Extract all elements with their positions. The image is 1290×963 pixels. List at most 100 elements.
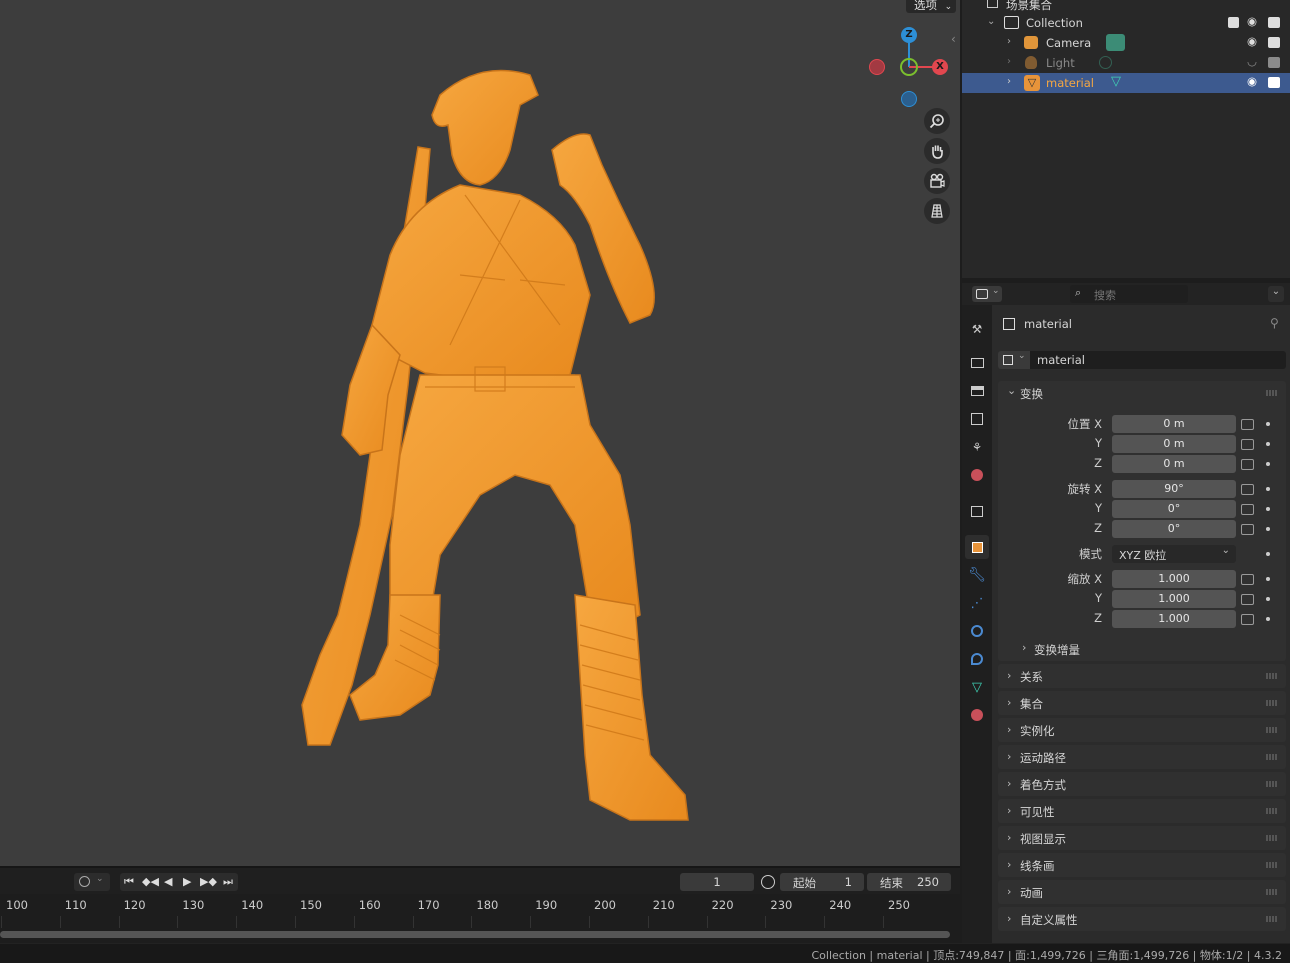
- lock-icon[interactable]: [1241, 594, 1254, 605]
- drag-grip-icon[interactable]: [1266, 727, 1278, 733]
- jump-end-icon[interactable]: ⏭: [223, 875, 233, 889]
- keyframe-dot-icon[interactable]: [1266, 617, 1270, 621]
- property-panel-header[interactable]: › 视图显示: [998, 826, 1286, 850]
- drag-grip-icon[interactable]: [1266, 862, 1278, 868]
- keyframe-dot-icon[interactable]: [1266, 507, 1270, 511]
- chevron-right-icon[interactable]: ›: [1007, 76, 1011, 87]
- keyframe-dot-icon[interactable]: [1266, 422, 1270, 426]
- rotation-z-field[interactable]: 0°: [1112, 520, 1236, 538]
- options-dropdown[interactable]: 选项 ⌄: [906, 0, 956, 13]
- keyframe-dot-icon[interactable]: [1266, 527, 1270, 531]
- property-panel-header[interactable]: › 关系: [998, 664, 1286, 688]
- jump-start-icon[interactable]: ⏮: [124, 875, 134, 889]
- play-icon[interactable]: ▶: [183, 875, 191, 888]
- keying-dropdown[interactable]: ⌄: [74, 873, 110, 891]
- property-panel-header[interactable]: › 集合: [998, 691, 1286, 715]
- tab-tool[interactable]: ⚒: [965, 317, 989, 341]
- property-panel-header[interactable]: › 线条画: [998, 853, 1286, 877]
- delta-transform-subpanel[interactable]: › 变换增量: [1018, 639, 1218, 659]
- tab-scene[interactable]: ⚘: [965, 435, 989, 459]
- light-data-icon[interactable]: [1099, 56, 1112, 69]
- property-panel-header[interactable]: › 自定义属性: [998, 907, 1286, 931]
- mesh-data-icon[interactable]: ▽: [1111, 74, 1121, 89]
- property-panel-header[interactable]: › 实例化: [998, 718, 1286, 742]
- tab-collection[interactable]: [965, 499, 989, 523]
- next-keyframe-icon[interactable]: ▶◆: [200, 875, 217, 888]
- 3d-viewport[interactable]: 选项 ⌄ ‹ Z X: [0, 0, 960, 866]
- collapse-arrow-icon[interactable]: ‹: [951, 32, 956, 46]
- properties-search[interactable]: ⌕ 搜索: [1070, 285, 1188, 303]
- keyframe-dot-icon[interactable]: [1266, 552, 1270, 556]
- drag-grip-icon[interactable]: [1266, 835, 1278, 841]
- outliner-row-light[interactable]: › Light ◡: [962, 53, 1290, 73]
- outliner-row-scene-collection[interactable]: 场景集合: [962, 0, 1290, 14]
- zoom-button[interactable]: [924, 108, 950, 134]
- drag-grip-icon[interactable]: [1266, 889, 1278, 895]
- drag-grip-icon[interactable]: [1266, 700, 1278, 706]
- current-frame-field[interactable]: 1: [680, 873, 754, 891]
- tab-physics[interactable]: [965, 619, 989, 643]
- property-panel-header[interactable]: › 运动路径: [998, 745, 1286, 769]
- render-camera-icon[interactable]: [1268, 37, 1280, 48]
- rotation-y-field[interactable]: 0°: [1112, 500, 1236, 518]
- keyframe-dot-icon[interactable]: [1266, 597, 1270, 601]
- keyframe-dot-icon[interactable]: [1266, 442, 1270, 446]
- outliner-row-material[interactable]: › ▽ material ▽ ◉: [962, 73, 1290, 93]
- lock-icon[interactable]: [1241, 574, 1254, 585]
- chevron-right-icon[interactable]: ›: [1007, 36, 1011, 47]
- gizmo-z-axis[interactable]: Z: [901, 27, 917, 43]
- datablock-selector[interactable]: ⌄: [998, 351, 1030, 369]
- rotation-x-field[interactable]: 90°: [1112, 480, 1236, 498]
- property-panel-header[interactable]: › 动画: [998, 880, 1286, 904]
- drag-grip-icon[interactable]: [1266, 390, 1278, 396]
- location-z-field[interactable]: 0 m: [1112, 455, 1236, 473]
- scale-y-field[interactable]: 1.000: [1112, 590, 1236, 608]
- property-panel-header[interactable]: › 着色方式: [998, 772, 1286, 796]
- lock-icon[interactable]: [1241, 419, 1254, 430]
- timeline-scrollbar[interactable]: [0, 931, 950, 938]
- tab-world[interactable]: [965, 463, 989, 487]
- tab-modifiers[interactable]: 🔧︎: [965, 563, 989, 587]
- tab-object[interactable]: [965, 535, 989, 559]
- scale-x-field[interactable]: 1.000: [1112, 570, 1236, 588]
- location-y-field[interactable]: 0 m: [1112, 435, 1236, 453]
- lock-icon[interactable]: [1241, 439, 1254, 450]
- soldier-model[interactable]: [290, 55, 710, 845]
- lock-icon[interactable]: [1241, 459, 1254, 470]
- gizmo-neg-z-axis[interactable]: [901, 91, 917, 107]
- frame-ruler[interactable]: 100 110 120 130 140 150 160 170 180 190 200 210 220 2…: [0, 896, 960, 934]
- lock-icon[interactable]: [1241, 614, 1254, 625]
- tab-data[interactable]: ▽: [965, 675, 989, 699]
- camera-view-button[interactable]: [924, 168, 950, 194]
- tab-view-layer[interactable]: [965, 407, 989, 431]
- pan-button[interactable]: [924, 138, 950, 164]
- eye-icon[interactable]: ◉: [1247, 74, 1257, 88]
- gizmo-neg-x-axis[interactable]: [869, 59, 885, 75]
- outliner-row-collection[interactable]: ⌄ Collection ◉: [962, 13, 1290, 33]
- drag-grip-icon[interactable]: [1266, 754, 1278, 760]
- tab-constraints[interactable]: [965, 647, 989, 671]
- editor-type-dropdown[interactable]: ⌄: [972, 286, 1002, 302]
- chevron-down-icon[interactable]: ⌄: [1268, 286, 1284, 302]
- pin-icon[interactable]: ⚲: [1270, 316, 1279, 330]
- lock-icon[interactable]: [1241, 484, 1254, 495]
- render-camera-icon[interactable]: [1268, 77, 1280, 88]
- end-frame-field[interactable]: 结束 250: [867, 873, 951, 891]
- render-camera-icon[interactable]: [1268, 57, 1280, 68]
- start-frame-field[interactable]: 起始 1: [780, 873, 864, 891]
- eye-closed-icon[interactable]: ◡: [1247, 54, 1257, 68]
- drag-grip-icon[interactable]: [1266, 808, 1278, 814]
- prev-keyframe-icon[interactable]: ◆◀: [142, 875, 159, 888]
- chevron-down-icon[interactable]: ⌄: [987, 16, 995, 27]
- camera-data-icon[interactable]: [1106, 34, 1125, 51]
- gizmo-y-axis[interactable]: [900, 58, 918, 76]
- property-panel-header[interactable]: › 可见性: [998, 799, 1286, 823]
- keyframe-dot-icon[interactable]: [1266, 487, 1270, 491]
- drag-grip-icon[interactable]: [1266, 673, 1278, 679]
- render-camera-icon[interactable]: [1268, 17, 1280, 28]
- play-reverse-icon[interactable]: ◀: [164, 875, 172, 888]
- gizmo-x-axis[interactable]: X: [932, 59, 948, 75]
- rotation-mode-dropdown[interactable]: XYZ 欧拉 ⌄: [1112, 545, 1236, 563]
- lock-icon[interactable]: [1241, 524, 1254, 535]
- location-x-field[interactable]: 0 m: [1112, 415, 1236, 433]
